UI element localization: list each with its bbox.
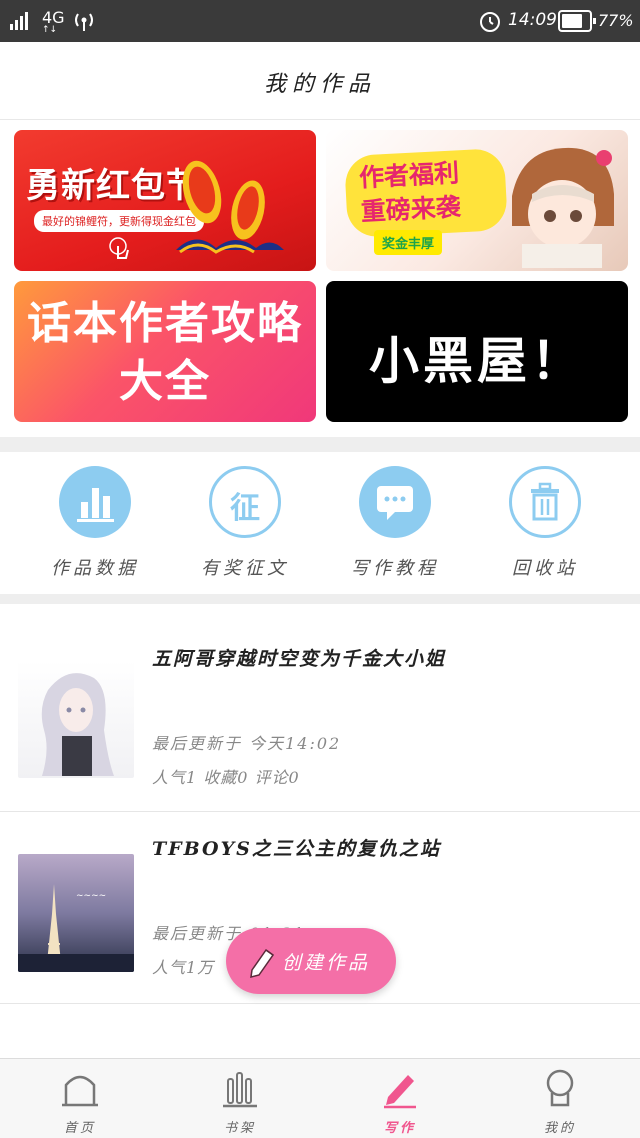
tap-hand-icon <box>109 237 129 259</box>
battery-icon <box>558 10 596 32</box>
profile-icon <box>546 1069 574 1107</box>
work-stats: 人气1万 <box>152 958 215 977</box>
quick-action-stats[interactable]: 作品数据 <box>20 466 170 580</box>
nav-bookshelf[interactable]: 书架 <box>160 1059 320 1138</box>
pen-icon <box>384 1075 416 1109</box>
anime-girl-illustration <box>512 147 614 268</box>
bar-chart-icon <box>59 466 131 538</box>
work-stats: 人气1 收藏0 评论0 <box>152 768 300 787</box>
work-cover <box>18 660 134 778</box>
nav-label: 写作 <box>383 1121 416 1136</box>
bookshelf-icon <box>223 1072 257 1108</box>
quick-action-recycle-bin[interactable]: 回收站 <box>470 466 620 580</box>
quick-action-contest[interactable]: 征 有奖征文 <box>170 466 320 580</box>
banner-red-packet[interactable]: 勇新红包节 最好的锦鲤符，更新得现金红包 <box>14 130 316 271</box>
quick-action-label: 有奖征文 <box>201 558 289 579</box>
nav-label: 首页 <box>63 1121 96 1136</box>
nav-label: 我的 <box>543 1121 576 1136</box>
status-bar: 4G ↑↓ 14:09 77% <box>0 0 640 42</box>
bottom-nav: 首页 书架 写作 我的 <box>0 1058 640 1138</box>
quick-action-tutorial[interactable]: 写作教程 <box>320 466 470 580</box>
clock: 14:09 <box>508 10 557 30</box>
work-updated: 最后更新于 今天14:02 <box>152 734 342 753</box>
nav-label: 书架 <box>223 1121 256 1136</box>
network-type: 4G ↑↓ <box>42 8 65 35</box>
battery-percent: 77% <box>598 11 634 30</box>
work-title: 五阿哥穿越时空变为千金大小姐 <box>152 648 447 670</box>
banner-author-guide[interactable]: 话本作者攻略 大全 <box>14 281 316 422</box>
alarm-icon <box>480 12 500 32</box>
create-work-button[interactable]: 创建作品 <box>226 928 396 994</box>
page-title: 我的作品 <box>263 72 376 97</box>
banner-headline: 小黑屋！ <box>369 332 585 390</box>
trash-icon <box>509 466 581 538</box>
section-divider <box>0 594 640 604</box>
banner-dark-room[interactable]: 小黑屋！ <box>326 281 628 422</box>
hotspot-icon <box>75 13 93 31</box>
banner-author-benefits[interactable]: 作者福利 重磅来袭 奖金丰厚 <box>326 130 628 271</box>
create-work-label: 创建作品 <box>282 952 371 974</box>
home-icon <box>62 1075 98 1107</box>
work-cover: ~~~~ <box>18 854 134 972</box>
nav-write[interactable]: 写作 <box>320 1059 480 1138</box>
quick-action-label: 回收站 <box>512 558 578 579</box>
nav-profile[interactable]: 我的 <box>480 1059 640 1138</box>
quick-action-label: 写作教程 <box>351 558 439 579</box>
section-divider <box>0 437 640 452</box>
title-bar: 我的作品 <box>0 42 640 120</box>
pencil-icon <box>250 948 275 978</box>
chat-bubble-icon <box>359 466 431 538</box>
work-title: TFBOYS之三公主的复仇之站 <box>152 838 441 860</box>
signal-icon <box>10 10 28 30</box>
work-item[interactable]: 五阿哥穿越时空变为千金大小姐 最后更新于 今天14:02 人气1 收藏0 评论0 <box>0 604 640 812</box>
contest-icon: 征 <box>209 466 281 538</box>
koi-fish-icon <box>176 160 284 254</box>
banner-tag: 奖金丰厚 <box>374 230 443 255</box>
nav-home[interactable]: 首页 <box>0 1059 160 1138</box>
quick-action-label: 作品数据 <box>51 558 139 579</box>
svg-text:~~~~: ~~~~ <box>76 891 106 901</box>
banner-headline: 作者福利 重磅来袭 <box>343 147 509 239</box>
quick-actions: 作品数据 征 有奖征文 写作教程 回收站 <box>0 452 640 594</box>
banner-headline: 话本作者攻略 大全 <box>27 298 303 407</box>
